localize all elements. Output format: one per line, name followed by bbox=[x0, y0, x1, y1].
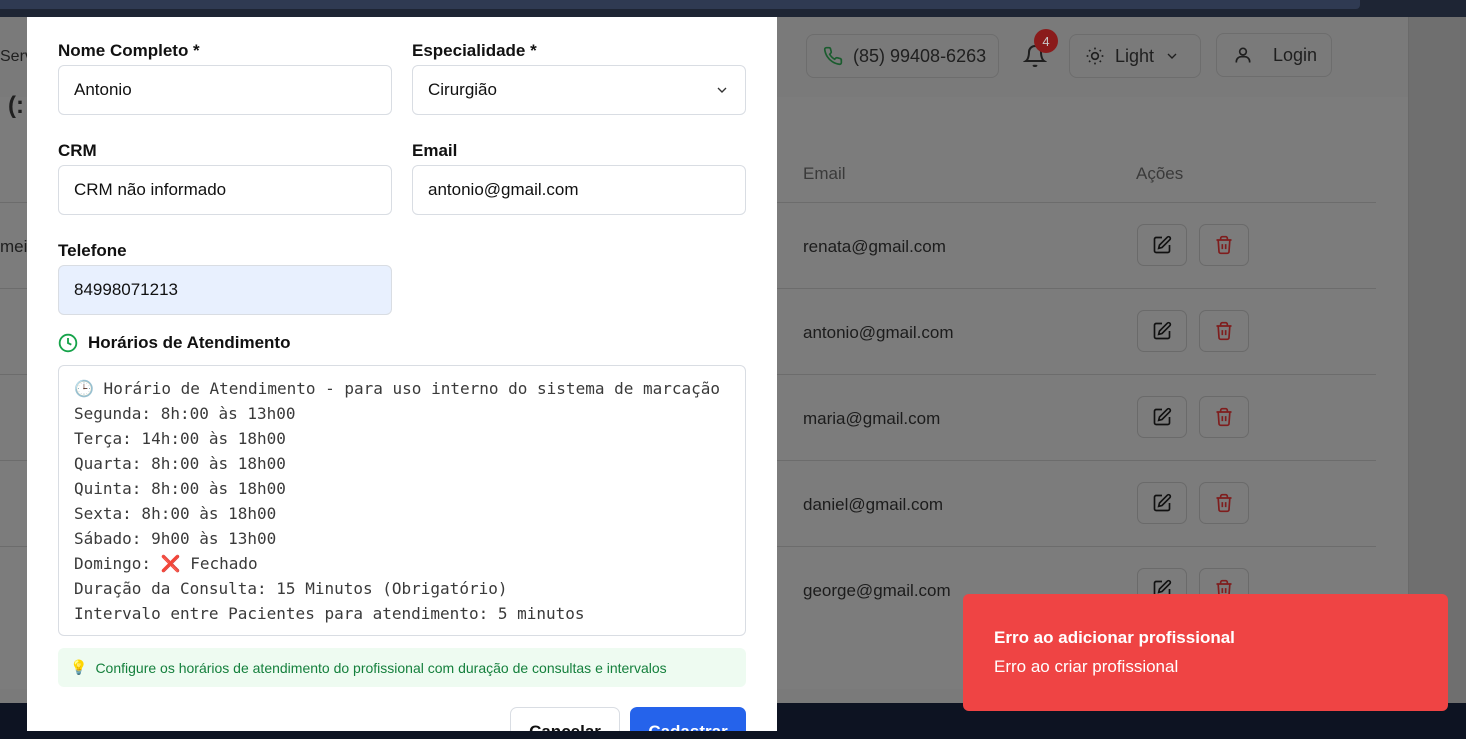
row-email: george@gmail.com bbox=[803, 581, 951, 600]
schedule-line: Terça: 14h:00 às 18h00 bbox=[74, 429, 286, 448]
login-label: Login bbox=[1273, 44, 1318, 65]
edit-icon bbox=[1153, 493, 1172, 512]
name-input[interactable]: Antonio bbox=[58, 65, 392, 115]
delete-button[interactable] bbox=[1199, 482, 1249, 524]
trash-icon bbox=[1216, 407, 1232, 427]
schedule-line: Domingo: ❌ Fechado bbox=[74, 554, 258, 573]
crm-label: CRM bbox=[58, 141, 97, 160]
add-professional-modal: Nome Completo * Antonio Especialidade * … bbox=[27, 17, 777, 731]
trash-icon bbox=[1216, 493, 1232, 513]
delete-button[interactable] bbox=[1199, 224, 1249, 266]
schedule-line: Intervalo entre Pacientes para atendimen… bbox=[74, 604, 585, 623]
phone-icon bbox=[823, 46, 843, 66]
phone-contact-button[interactable]: (85) 99408-6263 bbox=[806, 34, 999, 78]
trash-icon bbox=[1216, 235, 1232, 255]
error-toast[interactable]: Erro ao adicionar profissional Erro ao c… bbox=[963, 594, 1448, 711]
login-button[interactable]: Login bbox=[1216, 33, 1332, 77]
edit-button[interactable] bbox=[1137, 482, 1187, 524]
schedule-title-label: Horários de Atendimento bbox=[88, 333, 291, 352]
name-label: Nome Completo * bbox=[58, 41, 200, 60]
hint-text: Configure os horários de atendimento do … bbox=[95, 659, 667, 676]
edit-icon bbox=[1153, 407, 1172, 426]
specialty-select[interactable]: Cirurgião bbox=[412, 65, 746, 115]
specialty-value: Cirurgião bbox=[428, 80, 497, 99]
row-email: maria@gmail.com bbox=[803, 409, 941, 428]
lightbulb-icon: 💡 bbox=[70, 659, 88, 675]
schedule-line: Sábado: 9h00 às 13h00 bbox=[74, 529, 277, 548]
schedule-line: Duração da Consulta: 15 Minutos (Obrigat… bbox=[74, 579, 508, 598]
chevron-down-icon bbox=[1167, 53, 1177, 59]
email-label: Email bbox=[412, 141, 458, 160]
chevron-down-icon bbox=[717, 87, 727, 93]
schedule-line: Quarta: 8h:00 às 18h00 bbox=[74, 454, 286, 473]
row-name-fragment: mei bbox=[0, 237, 28, 256]
edit-button[interactable] bbox=[1137, 396, 1187, 438]
edit-button[interactable] bbox=[1137, 310, 1187, 352]
toast-message: Erro ao criar profissional bbox=[994, 657, 1179, 676]
edit-button[interactable] bbox=[1137, 224, 1187, 266]
column-header-email: Email bbox=[803, 164, 846, 183]
schedule-section-title: Horários de Atendimento bbox=[58, 333, 290, 353]
phone-input[interactable]: 84998071213 bbox=[58, 265, 392, 315]
column-header-actions: Ações bbox=[1136, 164, 1184, 183]
row-email: renata@gmail.com bbox=[803, 237, 946, 256]
schedule-line: Sexta: 8h:00 às 18h00 bbox=[74, 504, 277, 523]
delete-button[interactable] bbox=[1199, 310, 1249, 352]
delete-button[interactable] bbox=[1199, 396, 1249, 438]
schedule-line: 🕒 Horário de Atendimento - para uso inte… bbox=[74, 379, 721, 398]
page-title-fragment: (: bbox=[8, 92, 24, 119]
email-field[interactable]: antonio@gmail.com bbox=[412, 165, 746, 215]
trash-icon bbox=[1216, 321, 1232, 341]
user-icon bbox=[1235, 47, 1251, 63]
browser-top-bar bbox=[0, 0, 1466, 17]
schedule-hint: 💡 Configure os horários de atendimento d… bbox=[58, 648, 746, 687]
row-email: antonio@gmail.com bbox=[803, 323, 954, 342]
schedule-line: Segunda: 8h:00 às 13h00 bbox=[74, 404, 296, 423]
address-strip bbox=[0, 0, 1360, 9]
theme-label: Light bbox=[1115, 45, 1155, 66]
toast-title: Erro ao adicionar profissional bbox=[994, 628, 1235, 647]
edit-icon bbox=[1153, 321, 1172, 340]
specialty-label: Especialidade * bbox=[412, 41, 537, 60]
crm-input[interactable]: CRM não informado bbox=[58, 165, 392, 215]
phone-number: (85) 99408-6263 bbox=[853, 45, 987, 66]
clock-icon bbox=[58, 333, 78, 353]
theme-selector[interactable]: Light bbox=[1069, 34, 1201, 78]
notification-count-badge: 4 bbox=[1034, 29, 1058, 53]
sun-icon bbox=[1086, 47, 1104, 65]
edit-icon bbox=[1153, 235, 1172, 254]
submit-button[interactable]: Cadastrar bbox=[630, 707, 746, 731]
schedule-textarea[interactable]: 🕒 Horário de Atendimento - para uso inte… bbox=[58, 365, 746, 636]
cancel-button[interactable]: Cancelar bbox=[510, 707, 620, 731]
phone-label: Telefone bbox=[58, 241, 127, 260]
row-email: daniel@gmail.com bbox=[803, 495, 944, 514]
schedule-line: Quinta: 8h:00 às 18h00 bbox=[74, 479, 286, 498]
